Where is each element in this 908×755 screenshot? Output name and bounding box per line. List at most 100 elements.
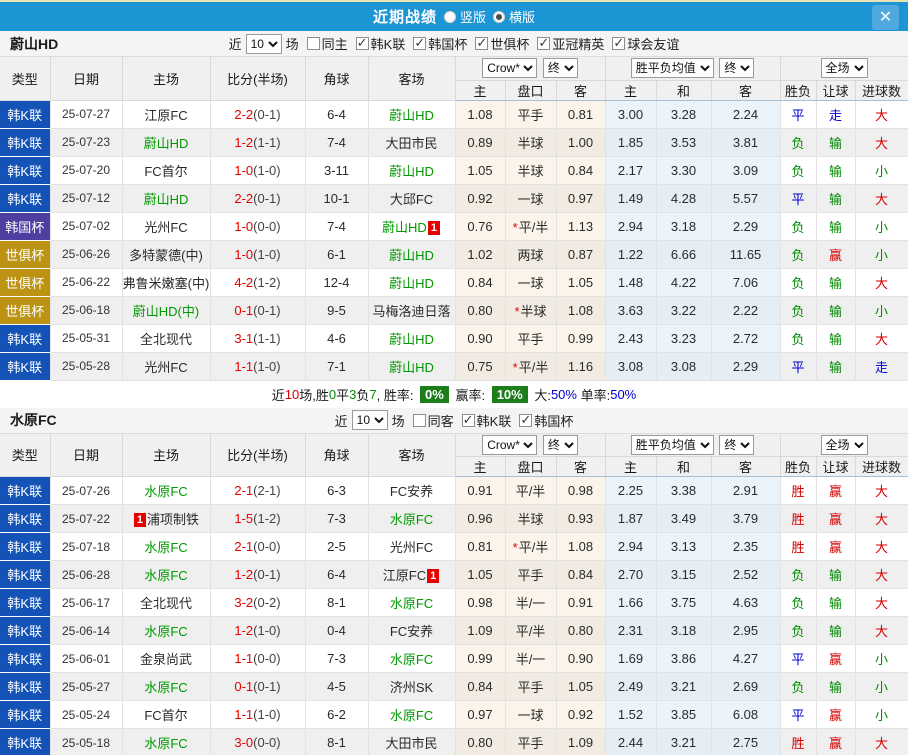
avg-away: 2.72: [711, 324, 780, 352]
radio-selected-icon: [493, 11, 505, 23]
filter-checkbox-2[interactable]: 韩国杯: [519, 411, 573, 430]
avg-source-select[interactable]: 胜平负均值: [631, 58, 714, 78]
line-changed-star: *: [513, 220, 518, 235]
avg-time-select[interactable]: 终: [719, 58, 754, 78]
odds-home: 1.05: [455, 156, 505, 184]
col-header-score: 比分(半场): [210, 434, 305, 477]
filter-controls: 近10场同客韩K联韩国杯: [0, 410, 908, 430]
fulltime-score: 1-1: [234, 651, 253, 666]
odds-home: 0.80: [455, 296, 505, 324]
result-cell: 负: [780, 561, 816, 589]
away-team: 马梅洛迪日落: [368, 296, 455, 324]
summary-text: 场,胜: [299, 385, 329, 404]
avg-away: 2.29: [711, 352, 780, 380]
filter-checkbox-0[interactable]: 同主: [307, 34, 348, 53]
filter-checkbox-1[interactable]: 韩K联: [356, 34, 406, 53]
match-date: 25-07-27: [50, 100, 122, 128]
match-date: 25-05-18: [50, 729, 122, 755]
checkbox-icon: [356, 37, 369, 50]
filter-checkbox-3[interactable]: 世俱杯: [475, 34, 529, 53]
odds-source-select[interactable]: Crow*: [482, 435, 537, 455]
odds-line: 平手: [505, 673, 556, 701]
avg-source-select[interactable]: 胜平负均值: [631, 435, 714, 455]
avg-away: 2.24: [711, 100, 780, 128]
halftime-score: (1-1): [253, 135, 280, 150]
away-team: 蔚山HD: [368, 324, 455, 352]
score-cell: 1-0(1-0): [210, 156, 305, 184]
odds-away: 1.09: [556, 729, 605, 755]
odds-away: 0.84: [556, 561, 605, 589]
handicap-result-cell: 赢: [816, 533, 855, 561]
games-count-select[interactable]: 10: [246, 34, 282, 54]
match-row: 韩K联25-06-28水原FC1-2(0-1)6-4江原FC11.05平手0.8…: [0, 561, 908, 589]
corner-cell: 8-1: [305, 589, 368, 617]
odds-line: 平手: [505, 561, 556, 589]
col-header-type: 类型: [0, 434, 50, 477]
corner-cell: 0-4: [305, 617, 368, 645]
avg-home: 1.69: [605, 645, 656, 673]
handicap-result-cell: 赢: [816, 240, 855, 268]
col-header-away: 客场: [368, 57, 455, 100]
odds-time-select[interactable]: 终: [543, 58, 578, 78]
filter-checkbox-1[interactable]: 韩K联: [462, 411, 512, 430]
avg-away: 2.29: [711, 212, 780, 240]
games-count-select[interactable]: 10: [352, 410, 388, 430]
away-team: 水原FC: [368, 505, 455, 533]
corner-cell: 2-5: [305, 533, 368, 561]
odds-away: 1.05: [556, 673, 605, 701]
avg-away: 4.63: [711, 589, 780, 617]
match-row: 韩K联25-05-31全北现代3-1(1-1)4-6蔚山HD0.90平手0.99…: [0, 324, 908, 352]
avg-home: 2.70: [605, 561, 656, 589]
avg-away: 4.27: [711, 645, 780, 673]
odds-away: 0.91: [556, 589, 605, 617]
odds-time-select[interactable]: 终: [543, 435, 578, 455]
odds-home: 0.75: [455, 352, 505, 380]
filter-checkbox-5[interactable]: 球会友谊: [612, 34, 679, 53]
odds-source-select[interactable]: Crow*: [482, 58, 537, 78]
filter-checkbox-4[interactable]: 亚冠精英: [537, 34, 604, 53]
away-team: 蔚山HD: [368, 240, 455, 268]
filter-checkbox-0[interactable]: 同客: [413, 411, 454, 430]
layout-radio-horizontal[interactable]: 横版: [493, 7, 535, 26]
summary-text: 7: [369, 387, 376, 402]
result-cell: 胜: [780, 533, 816, 561]
suwon-results-table: 类型 日期 主场 比分(半场) 角球 客场 Crow* 终 胜平负均值 终: [0, 434, 908, 755]
odds-line: 一球: [505, 268, 556, 296]
odds-away: 0.90: [556, 645, 605, 673]
radio-vertical-label: 竖版: [460, 7, 486, 26]
close-button[interactable]: ✕: [872, 5, 899, 30]
corner-cell: 9-5: [305, 296, 368, 324]
red-card-badge: 1: [427, 569, 439, 583]
filter-checkbox-2[interactable]: 韩国杯: [413, 34, 467, 53]
avg-draw: 3.13: [656, 533, 711, 561]
match-row: 世俱杯25-06-22弗鲁米嫩塞(中)4-2(1-2)12-4蔚山HD0.84一…: [0, 268, 908, 296]
col-header-corner: 角球: [305, 434, 368, 477]
result-cell: 负: [780, 617, 816, 645]
odds-line: 平手: [505, 100, 556, 128]
halftime-score: (0-0): [253, 539, 280, 554]
fulltime-score: 1-2: [234, 135, 253, 150]
result-cell: 负: [780, 240, 816, 268]
layout-radio-vertical[interactable]: 竖版: [444, 7, 486, 26]
avg-home: 2.94: [605, 212, 656, 240]
col-header-goals: 进球数: [855, 457, 908, 477]
scope-select[interactable]: 全场: [821, 58, 868, 78]
result-cell: 负: [780, 156, 816, 184]
filter-controls: 近10场同主韩K联韩国杯世俱杯亚冠精英球会友谊: [0, 34, 908, 54]
league-badge: 韩K联: [0, 673, 50, 701]
odds-home: 0.91: [455, 477, 505, 505]
corner-cell: 6-4: [305, 561, 368, 589]
score-cell: 1-2(1-1): [210, 128, 305, 156]
match-row: 韩K联25-05-24FC首尔1-1(1-0)6-2水原FC0.97一球0.92…: [0, 701, 908, 729]
avg-time-select[interactable]: 终: [719, 435, 754, 455]
avg-home: 2.17: [605, 156, 656, 184]
match-row: 韩国杯25-07-02光州FC1-0(0-0)7-4蔚山HD10.76*平/半1…: [0, 212, 908, 240]
match-row: 韩K联25-07-20FC首尔1-0(1-0)3-11蔚山HD1.05半球0.8…: [0, 156, 908, 184]
score-cell: 1-1(1-0): [210, 352, 305, 380]
odds-line: 平手: [505, 324, 556, 352]
scope-select[interactable]: 全场: [821, 435, 868, 455]
odds-away: 1.16: [556, 352, 605, 380]
match-row: 韩K联25-07-26水原FC2-1(2-1)6-3FC安养0.91平/半0.9…: [0, 477, 908, 505]
avg-away: 5.57: [711, 184, 780, 212]
handicap-result-cell: 赢: [816, 645, 855, 673]
